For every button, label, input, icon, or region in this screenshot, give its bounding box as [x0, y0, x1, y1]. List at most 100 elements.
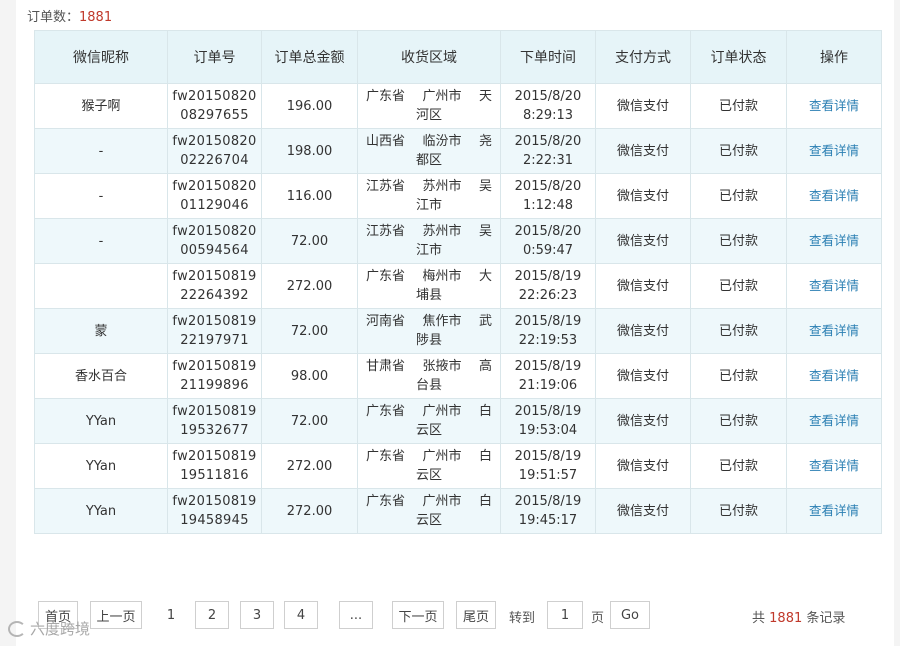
order-date: 2015/8/20	[514, 89, 582, 104]
order-no-line-2: 08297655	[180, 108, 249, 123]
view-details-link[interactable]: 查看详情	[809, 503, 859, 518]
cell-order-no: fw20150819 22197971	[167, 308, 262, 354]
cell-order-no: fw20150820 08297655	[167, 83, 262, 129]
region-district-part-2: 江市	[415, 243, 442, 258]
region-city: 广州市	[422, 404, 462, 419]
cell-region: 山西省 临汾市 尧都区	[357, 128, 501, 174]
cell-order-no: fw20150819 19511816	[167, 443, 262, 489]
view-details-link[interactable]: 查看详情	[809, 368, 859, 383]
amount-text: 72.00	[290, 323, 329, 339]
go-button[interactable]: Go	[610, 601, 650, 629]
status-text: 已付款	[718, 143, 758, 159]
region-district-part-2: 云区	[415, 423, 442, 438]
nickname-text: -	[98, 143, 104, 159]
region-city: 梅州市	[422, 269, 462, 284]
order-date: 2015/8/19	[514, 314, 582, 329]
cell-payment: 微信支付	[595, 263, 691, 309]
order-date: 2015/8/19	[514, 359, 582, 374]
region-district-part-1: 白	[478, 404, 492, 419]
order-date: 2015/8/19	[514, 449, 582, 464]
order-no-line-2: 01129046	[180, 198, 249, 213]
col-header-amount: 订单总金额	[261, 30, 358, 84]
amount-text: 198.00	[286, 143, 333, 159]
cell-nickname: YYan	[34, 398, 168, 444]
view-details-link[interactable]: 查看详情	[809, 278, 859, 293]
cell-nickname: 蒙	[34, 308, 168, 354]
cell-payment: 微信支付	[595, 128, 691, 174]
status-text: 已付款	[718, 503, 758, 519]
amount-text: 72.00	[290, 233, 329, 249]
order-count: 订单数：1881	[27, 6, 112, 25]
order-no-line-1: fw20150819	[172, 269, 257, 284]
cell-payment: 微信支付	[595, 173, 691, 219]
watermark: 六度跨境	[8, 618, 90, 639]
page-button-2[interactable]: 2	[195, 601, 229, 629]
region-province: 广东省	[366, 89, 406, 104]
table-row: YYan fw20150819 19532677 72.00 广东省 广州市 白云区 2015…	[34, 398, 882, 444]
order-no-line-1: fw20150819	[172, 404, 257, 419]
cell-region: 江苏省 苏州市 吴江市	[357, 218, 501, 264]
nickname-text: YYan	[85, 503, 117, 519]
table-row: 香水百合 fw20150819 21199896 98.00 甘肃省 张掖市 高台县 2015…	[34, 353, 882, 399]
prev-page-button[interactable]: 上一页	[90, 601, 142, 629]
page-button-current[interactable]: 1	[154, 601, 188, 629]
total-value: 1881	[769, 611, 803, 626]
order-no-line-1: fw20150819	[172, 449, 257, 464]
order-no-line-2: 19458945	[180, 513, 249, 528]
cell-order-time: 2015/8/19 22:19:53	[500, 308, 596, 354]
cell-status: 已付款	[690, 263, 787, 309]
page-ellipsis-button[interactable]: ...	[339, 601, 373, 629]
order-date: 2015/8/19	[514, 404, 582, 419]
next-page-button[interactable]: 下一页	[392, 601, 444, 629]
cell-action: 查看详情	[786, 353, 882, 399]
last-page-button[interactable]: 尾页	[456, 601, 496, 629]
cell-amount: 72.00	[261, 308, 358, 354]
page-button-4[interactable]: 4	[284, 601, 318, 629]
order-time: 21:19:06	[518, 378, 578, 393]
region-district-part-1: 尧	[478, 134, 492, 149]
view-details-link[interactable]: 查看详情	[809, 143, 859, 158]
order-no-line-2: 19511816	[180, 468, 249, 483]
goto-page-input[interactable]	[547, 601, 583, 629]
watermark-logo-icon	[8, 620, 26, 637]
amount-text: 272.00	[286, 503, 333, 519]
cell-order-no: fw20150819 19532677	[167, 398, 262, 444]
cell-amount: 72.00	[261, 398, 358, 444]
cell-payment: 微信支付	[595, 308, 691, 354]
page-button-3[interactable]: 3	[240, 601, 274, 629]
region-district-part-2: 云区	[415, 513, 442, 528]
col-header-action: 操作	[786, 30, 882, 84]
cell-nickname: 猴子啊	[34, 83, 168, 129]
view-details-link[interactable]: 查看详情	[809, 188, 859, 203]
status-text: 已付款	[718, 278, 758, 294]
payment-text: 微信支付	[616, 503, 669, 519]
region-city: 广州市	[422, 449, 462, 464]
view-details-link[interactable]: 查看详情	[809, 413, 859, 428]
table-row: fw20150819 22264392 272.00 广东省 梅州市 大埔县 2015/8/…	[34, 263, 882, 309]
order-time: 19:51:57	[518, 468, 578, 483]
total-records: 共 1881 条记录	[752, 607, 845, 626]
order-date: 2015/8/20	[514, 224, 582, 239]
region-city: 苏州市	[422, 179, 462, 194]
region-province: 甘肃省	[366, 359, 406, 374]
view-details-link[interactable]: 查看详情	[809, 233, 859, 248]
region-province: 广东省	[366, 269, 406, 284]
region-city: 张掖市	[422, 359, 462, 374]
nickname-text: 蒙	[94, 323, 108, 339]
cell-status: 已付款	[690, 83, 787, 129]
region-province: 河南省	[366, 314, 406, 329]
region-district-part-1: 吴	[478, 179, 492, 194]
view-details-link[interactable]: 查看详情	[809, 98, 859, 113]
cell-action: 查看详情	[786, 83, 882, 129]
region-district-part-2: 云区	[415, 468, 442, 483]
cell-action: 查看详情	[786, 443, 882, 489]
view-details-link[interactable]: 查看详情	[809, 458, 859, 473]
order-date: 2015/8/20	[514, 179, 582, 194]
table-row: - fw20150820 01129046 116.00 江苏省 苏州市 吴江市 2015/8…	[34, 173, 882, 219]
cell-nickname: -	[34, 173, 168, 219]
cell-region: 广东省 广州市 天河区	[357, 83, 501, 129]
amount-text: 196.00	[286, 98, 333, 114]
view-details-link[interactable]: 查看详情	[809, 323, 859, 338]
cell-order-time: 2015/8/20 8:29:13	[500, 83, 596, 129]
cell-order-time: 2015/8/20 0:59:47	[500, 218, 596, 264]
